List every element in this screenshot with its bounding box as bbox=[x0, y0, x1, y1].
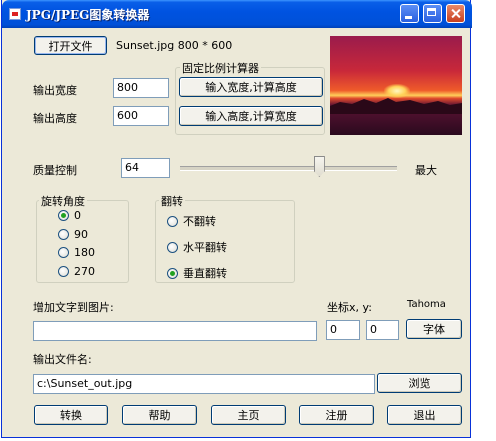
radio-button[interactable] bbox=[58, 247, 69, 258]
radio-button[interactable] bbox=[167, 241, 178, 253]
flip-option[interactable]: 不翻转 bbox=[167, 213, 216, 229]
minimize-icon[interactable] bbox=[400, 4, 419, 23]
app-window: JPG/JPEG图象转换器 打开文件 Sunset.jpg 800 * 600 … bbox=[1, 0, 472, 438]
font-name-label: Tahoma bbox=[407, 299, 446, 310]
rotation-option[interactable]: 90 bbox=[58, 228, 88, 241]
file-info: Sunset.jpg 800 * 600 bbox=[116, 39, 233, 52]
app-icon bbox=[9, 8, 21, 20]
coord-label: 坐标x, y: bbox=[327, 301, 372, 314]
title-bar[interactable]: JPG/JPEG图象转换器 bbox=[2, 0, 472, 28]
rotation-option[interactable]: 180 bbox=[58, 246, 95, 259]
quality-slider-track[interactable] bbox=[180, 166, 397, 171]
height-input[interactable]: 600 bbox=[113, 106, 169, 126]
browse-button[interactable]: 浏览 bbox=[377, 373, 462, 393]
window-title: JPG/JPEG图象转换器 bbox=[26, 8, 150, 22]
quality-input[interactable]: 64 bbox=[121, 158, 170, 178]
home-button[interactable]: 主页 bbox=[211, 405, 286, 425]
flip-option-label: 垂直翻转 bbox=[183, 267, 227, 280]
font-button[interactable]: 字体 bbox=[406, 319, 462, 339]
radio-button[interactable] bbox=[167, 215, 178, 227]
text-overlay-input[interactable] bbox=[33, 321, 317, 341]
open-file-button[interactable]: 打开文件 bbox=[34, 36, 107, 55]
radio-button[interactable] bbox=[167, 267, 178, 279]
height-label: 输出高度 bbox=[33, 112, 77, 125]
flip-option-label: 水平翻转 bbox=[183, 241, 227, 254]
radio-button[interactable] bbox=[58, 210, 69, 221]
output-label: 输出文件名: bbox=[33, 353, 92, 366]
maximize-icon[interactable] bbox=[423, 4, 442, 23]
quality-slider-thumb[interactable] bbox=[313, 156, 325, 177]
output-file-input[interactable]: c:\Sunset_out.jpg bbox=[33, 374, 375, 394]
flip-option[interactable]: 垂直翻转 bbox=[167, 265, 227, 281]
calc-width-button[interactable]: 输入高度,计算宽度 bbox=[179, 106, 323, 126]
help-button[interactable]: 帮助 bbox=[122, 405, 197, 425]
quality-max-label: 最大 bbox=[415, 164, 437, 177]
width-label: 输出宽度 bbox=[33, 84, 77, 97]
flip-option-label: 不翻转 bbox=[183, 215, 216, 228]
rotation-option-label: 0 bbox=[74, 209, 81, 222]
rotation-option-label: 90 bbox=[74, 227, 88, 241]
flip-option[interactable]: 水平翻转 bbox=[167, 239, 227, 255]
calc-height-button[interactable]: 输入宽度,计算高度 bbox=[179, 77, 323, 97]
convert-button[interactable]: 转换 bbox=[34, 405, 108, 425]
width-input[interactable]: 800 bbox=[113, 78, 169, 98]
coord-x-input[interactable]: 0 bbox=[326, 320, 360, 340]
coord-y-input[interactable]: 0 bbox=[366, 320, 399, 340]
rotation-option-label: 180 bbox=[74, 246, 95, 259]
rotation-title: 旋转角度 bbox=[39, 193, 87, 209]
ratio-calculator-title: 固定比例计算器 bbox=[180, 60, 261, 76]
rotation-option[interactable]: 0 bbox=[58, 209, 81, 222]
rotation-option[interactable]: 270 bbox=[58, 265, 95, 278]
text-overlay-label: 增加文字到图片: bbox=[33, 301, 114, 314]
exit-button[interactable]: 退出 bbox=[387, 405, 462, 425]
rotation-option-label: 270 bbox=[74, 264, 95, 278]
flip-title: 翻转 bbox=[159, 193, 185, 209]
radio-button[interactable] bbox=[58, 265, 69, 277]
radio-button[interactable] bbox=[58, 228, 69, 240]
mountain-silhouette bbox=[330, 98, 462, 114]
register-button[interactable]: 注册 bbox=[299, 405, 374, 425]
quality-label: 质量控制 bbox=[33, 164, 77, 177]
image-preview bbox=[330, 36, 462, 135]
close-icon[interactable] bbox=[446, 4, 465, 23]
